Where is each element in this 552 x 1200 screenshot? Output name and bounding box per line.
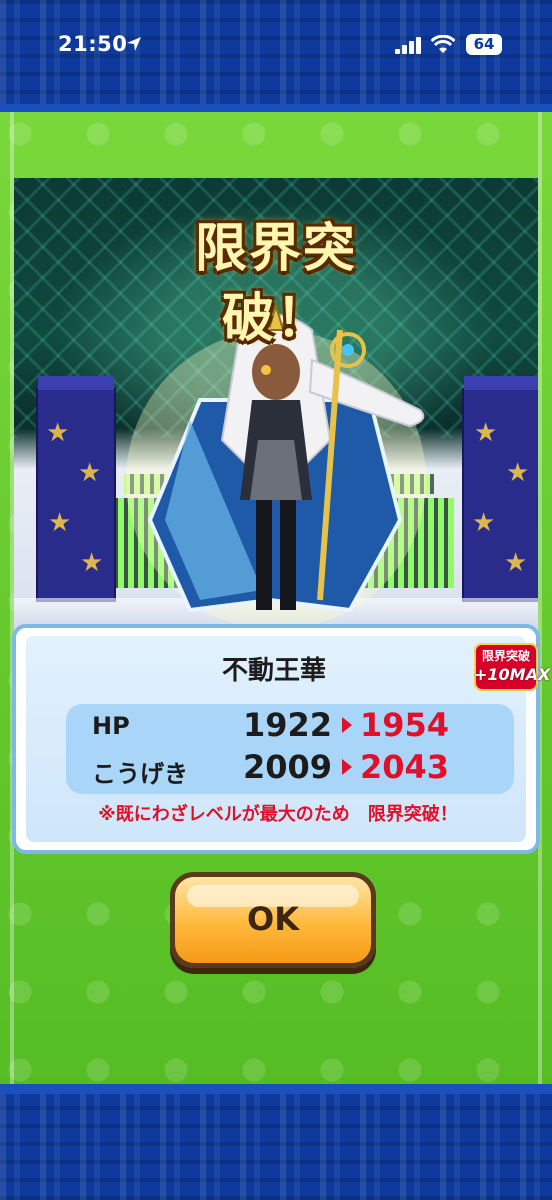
star-icon: ★ [472,508,496,538]
badge-level: +10MAX [474,665,551,684]
status-bar: 21:50 64 [0,0,552,90]
limit-break-badge: 限界突破 +10MAX [474,643,551,691]
result-panel: 不動王華 限界突破 +10MAX HP 1922 1954 こうげき 2009 … [12,624,551,854]
unit-name: 不動王華 [221,656,326,686]
star-icon: ★ [504,548,528,578]
battery-icon: 64 [466,34,502,55]
star-icon: ★ [48,508,72,538]
star-pillar-right: ★ ★ ★ ★ [462,376,538,602]
stats-box: HP 1922 1954 こうげき 2009 2043 [66,704,514,794]
increase-arrow-icon [342,717,352,733]
star-icon: ★ [80,548,104,578]
bottom-band-edge [0,1084,552,1094]
increase-arrow-icon [342,759,352,775]
signal-icon [395,37,421,54]
stat-old-hp: 1922 [242,706,332,744]
status-time: 21:50 [58,32,128,56]
star-icon: ★ [506,458,530,488]
ok-button[interactable]: OK [170,872,376,968]
ok-button-label: OK [247,900,299,938]
stage-led-wall [98,498,454,588]
stat-new-attack: 2043 [360,748,450,786]
bottom-pattern-band [0,1086,552,1200]
limit-break-note: ※既にわざレベルが最大のため 限界突破！ [98,804,458,825]
stage-led-strip [124,474,434,494]
star-icon: ★ [78,458,102,488]
stat-label-attack: こうげき [92,760,188,788]
star-icon: ★ [46,418,70,448]
wifi-icon [431,35,455,53]
stat-new-hp: 1954 [360,706,450,744]
star-icon: ★ [474,418,498,448]
stat-old-attack: 2009 [242,748,332,786]
stat-label-hp: HP [92,712,130,740]
page-title: 限界突破！ [194,219,357,349]
location-arrow-icon [127,37,141,51]
badge-label: 限界突破 [481,649,530,663]
star-pillar-left: ★ ★ ★ ★ [36,376,116,602]
